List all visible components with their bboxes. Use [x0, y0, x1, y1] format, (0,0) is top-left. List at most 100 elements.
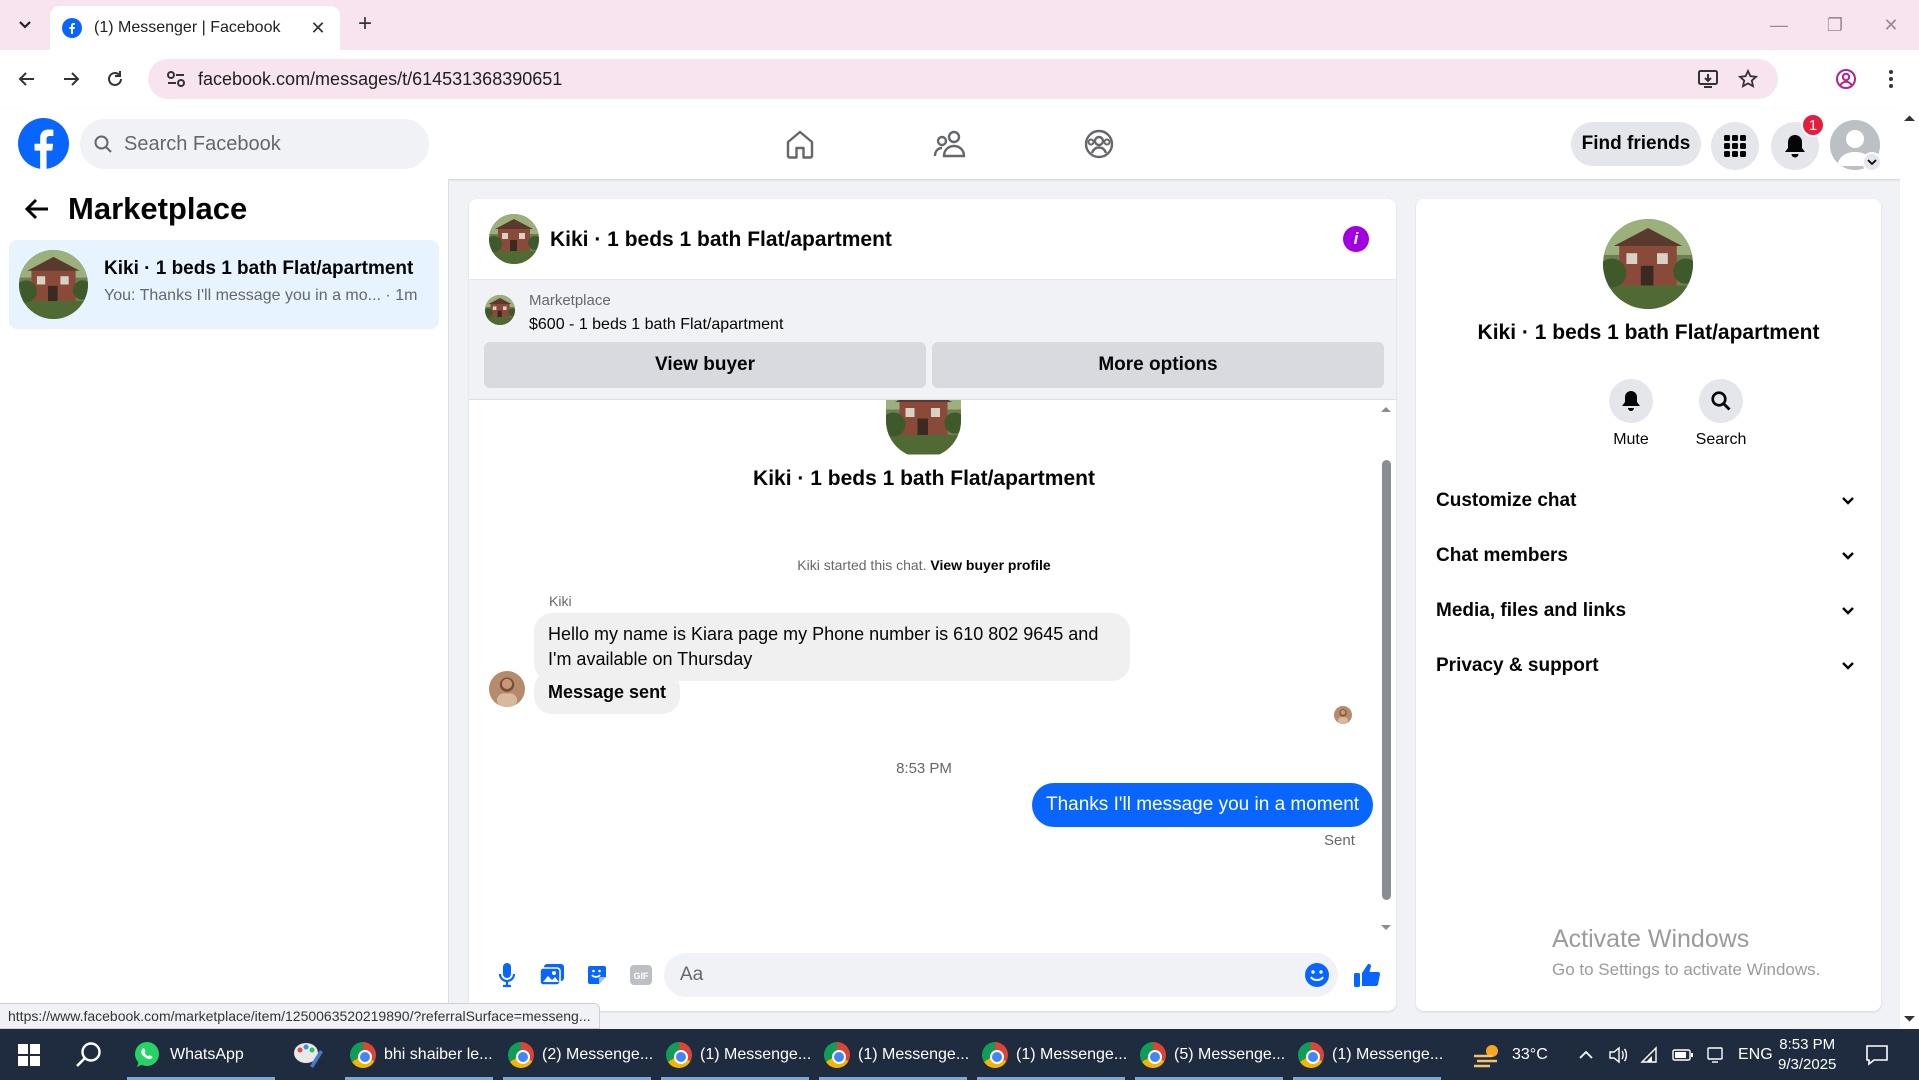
facebook-logo-icon[interactable]: [18, 118, 69, 169]
input-language[interactable]: ENG: [1738, 1046, 1773, 1064]
wifi-icon[interactable]: [1640, 1045, 1660, 1064]
address-bar[interactable]: facebook.com/messages/t/614531368390651: [148, 59, 1778, 99]
browser-toolbar: facebook.com/messages/t/614531368390651: [0, 50, 1919, 108]
section-media-files-links[interactable]: Media, files and links: [1426, 585, 1871, 637]
chat-title[interactable]: Kiki · 1 beds 1 bath Flat/apartment: [550, 228, 892, 252]
profile-button[interactable]: [1831, 64, 1861, 94]
taskbar-search-button[interactable]: [72, 1029, 106, 1080]
taskbar-whatsapp[interactable]: WhatsApp: [132, 1029, 244, 1080]
browser-tab-messenger[interactable]: (1) Messenger | Facebook ✕: [50, 6, 340, 50]
chat-header: Kiki · 1 beds 1 bath Flat/apartment i: [469, 199, 1396, 280]
taskbar-chrome-window[interactable]: (1) Messenge...: [824, 1029, 969, 1080]
chevron-down-icon: [19, 21, 31, 29]
section-privacy-support[interactable]: Privacy & support: [1426, 640, 1871, 692]
account-menu-caret[interactable]: [1862, 152, 1882, 172]
chat-header-thumbnail[interactable]: [489, 214, 539, 264]
sender-avatar[interactable]: [489, 671, 525, 707]
chevron-up-icon[interactable]: [1578, 1050, 1594, 1060]
browser-menu-button[interactable]: [1876, 64, 1906, 94]
taskbar-chrome-window[interactable]: (1) Messenge...: [1298, 1029, 1443, 1080]
start-button[interactable]: [14, 1029, 44, 1080]
person-photo-icon: [489, 671, 525, 707]
marketplace-banner: Marketplace $600 - 1 beds 1 bath Flat/ap…: [469, 280, 1396, 400]
restore-button[interactable]: ❐: [1807, 0, 1863, 50]
find-friends-button[interactable]: Find friends: [1571, 122, 1701, 166]
forward-button[interactable]: [56, 64, 86, 94]
menu-button[interactable]: [1711, 122, 1759, 170]
chevron-down-icon: [1842, 607, 1854, 615]
scroll-up-icon[interactable]: [1900, 112, 1919, 124]
install-app-button[interactable]: [1688, 59, 1728, 99]
listing-price[interactable]: $600 - 1 beds 1 bath Flat/apartment: [529, 316, 783, 334]
facebook-search[interactable]: [80, 119, 429, 169]
battery-icon[interactable]: [1672, 1048, 1694, 1062]
emoji-button[interactable]: [1302, 960, 1332, 990]
gif-button[interactable]: GIF: [626, 960, 656, 990]
notification-center-button[interactable]: [1865, 1029, 1889, 1080]
details-title[interactable]: Kiki · 1 beds 1 bath Flat/apartment: [1416, 321, 1881, 345]
more-options-button[interactable]: More options: [932, 342, 1384, 388]
voice-clip-button[interactable]: [492, 960, 522, 990]
nav-home[interactable]: [778, 122, 822, 166]
mute-action[interactable]: Mute: [1591, 379, 1671, 449]
attach-photo-button[interactable]: [537, 960, 567, 990]
clock-date: 9/3/2025: [1778, 1055, 1837, 1073]
section-chat-members[interactable]: Chat members: [1426, 530, 1871, 582]
back-button[interactable]: [12, 64, 42, 94]
chat-started-notice: Kiki started this chat. View buyer profi…: [469, 557, 1379, 573]
taskbar-app-icon[interactable]: [292, 1029, 324, 1080]
message-timestamp: 8:53 PM: [896, 760, 952, 777]
star-icon: [1738, 69, 1758, 88]
info-icon[interactable]: i: [1343, 226, 1369, 252]
chrome-icon: [508, 1041, 534, 1068]
volume-icon[interactable]: [1608, 1046, 1628, 1064]
page-scrollbar[interactable]: [1900, 108, 1919, 1029]
taskbar-label: (1) Messenge...: [858, 1045, 970, 1063]
reload-button[interactable]: [100, 64, 130, 94]
search-input[interactable]: [124, 132, 404, 156]
minimize-button[interactable]: —: [1751, 0, 1807, 50]
tab-close-icon[interactable]: ✕: [308, 18, 328, 38]
nav-friends[interactable]: [928, 122, 972, 166]
scroll-up-icon[interactable]: [1378, 404, 1394, 414]
taskbar-chrome-window[interactable]: (5) Messenge...: [1140, 1029, 1285, 1080]
scroll-thumb[interactable]: [1382, 460, 1391, 900]
weather-widget[interactable]: 33°C: [1472, 1029, 1548, 1080]
section-customize-chat[interactable]: Customize chat: [1426, 475, 1871, 527]
display-icon[interactable]: [1706, 1046, 1724, 1063]
new-tab-button[interactable]: +: [352, 12, 378, 38]
tab-search-button[interactable]: [10, 11, 40, 39]
taskbar-chrome-window[interactable]: bhi shaiber le...: [350, 1029, 493, 1080]
paint-app-icon: [294, 1042, 323, 1068]
facebook-favicon-icon: [62, 18, 82, 38]
send-like-button[interactable]: [1352, 960, 1382, 990]
view-buyer-profile-link[interactable]: View buyer profile: [930, 557, 1050, 573]
site-info-button[interactable]: [158, 70, 194, 88]
scroll-down-icon[interactable]: [1378, 923, 1394, 933]
conversation-item-active[interactable]: Kiki · 1 beds 1 bath Flat/apartment You:…: [9, 240, 439, 329]
details-thumbnail[interactable]: [1603, 219, 1693, 309]
thread-scrollbar[interactable]: [1378, 400, 1394, 940]
url-text: facebook.com/messages/t/614531368390651: [198, 68, 563, 89]
taskbar-label: (1) Messenge...: [700, 1045, 812, 1063]
sticker-button[interactable]: [582, 960, 612, 990]
view-buyer-button[interactable]: View buyer: [484, 342, 926, 388]
taskbar-chrome-window[interactable]: (1) Messenge...: [666, 1029, 811, 1080]
nav-groups[interactable]: [1077, 122, 1121, 166]
search-action[interactable]: Search: [1681, 379, 1761, 449]
reload-icon: [108, 71, 122, 86]
incoming-message[interactable]: Message sent: [534, 671, 681, 714]
chrome-icon: [824, 1041, 850, 1068]
scroll-down-icon[interactable]: [1900, 1013, 1919, 1025]
taskbar-chrome-window[interactable]: (2) Messenge...: [508, 1029, 653, 1080]
message-input[interactable]: [664, 953, 1338, 997]
close-window-button[interactable]: ✕: [1863, 0, 1919, 50]
clock[interactable]: 8:53 PM 9/3/2025: [1778, 1029, 1836, 1080]
bookmark-button[interactable]: [1728, 59, 1768, 99]
taskbar-chrome-window[interactable]: (1) Messenge...: [982, 1029, 1127, 1080]
outgoing-message[interactable]: Thanks I'll message you in a moment: [1032, 783, 1374, 827]
search-in-chat-button[interactable]: [1699, 379, 1743, 423]
mute-button[interactable]: [1609, 379, 1653, 423]
system-tray-icons[interactable]: ENG: [1578, 1029, 1773, 1080]
back-arrow-icon[interactable]: [24, 197, 50, 221]
